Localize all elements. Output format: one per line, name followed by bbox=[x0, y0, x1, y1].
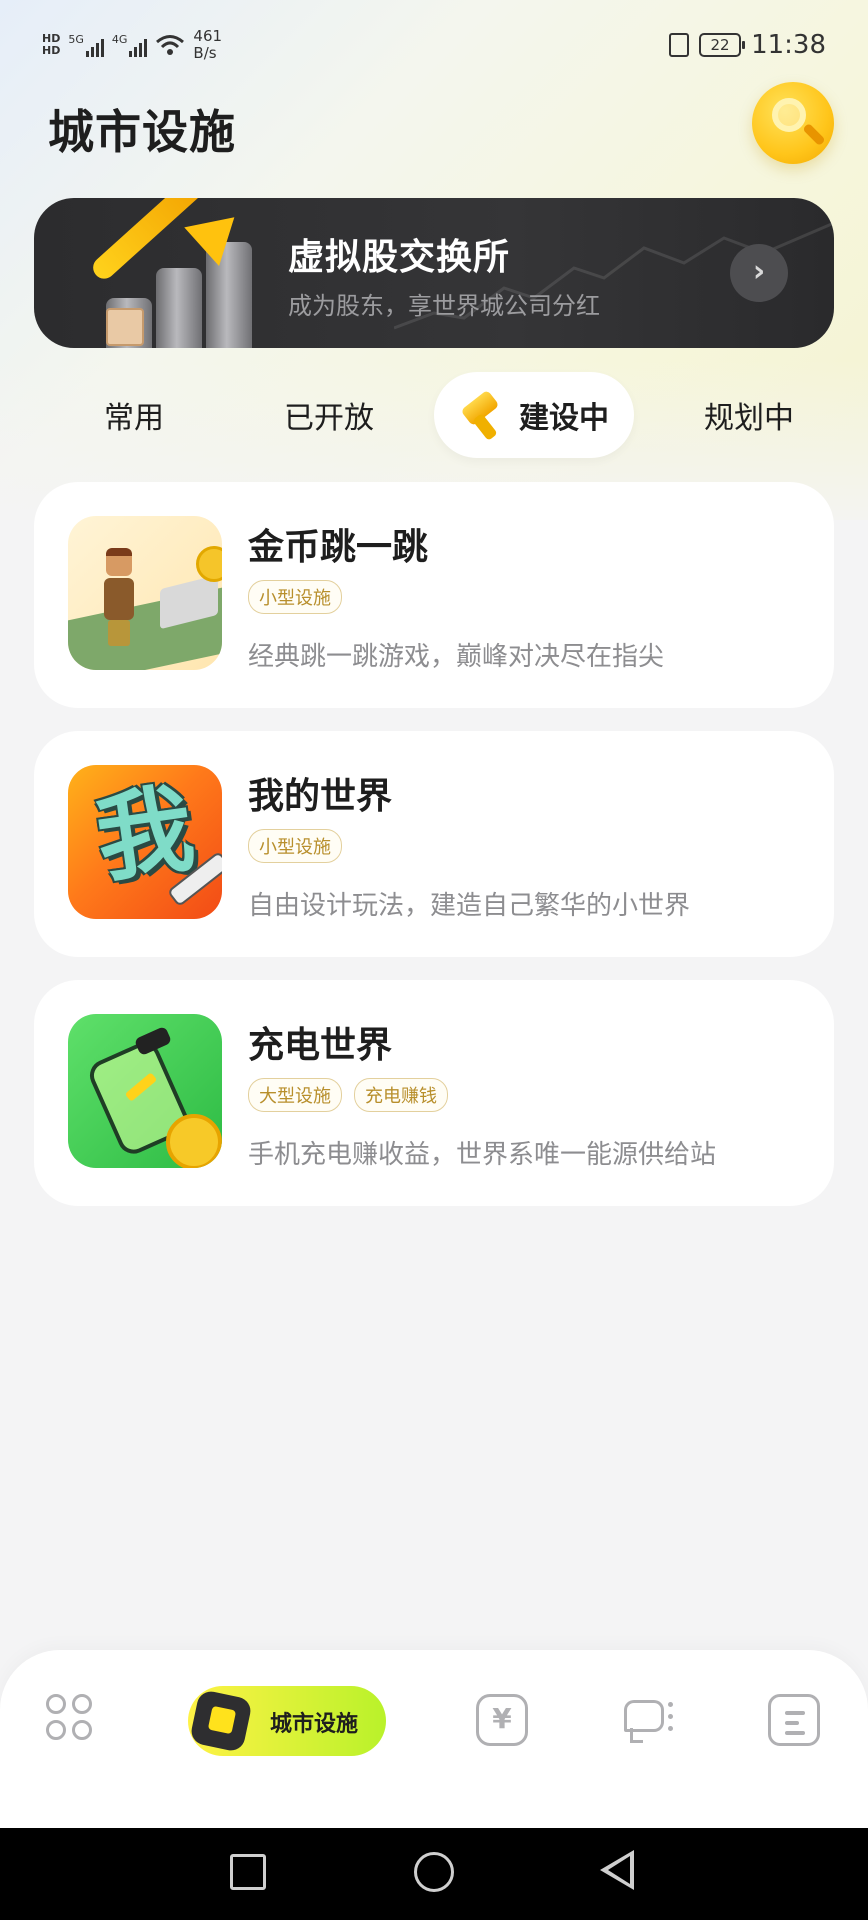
growth-chart-icon bbox=[64, 198, 254, 348]
card-tags: 小型设施 bbox=[248, 829, 342, 863]
card-description: 经典跳一跳游戏，巅峰对决尽在指尖 bbox=[248, 642, 665, 672]
nav-active-label: 城市设施 bbox=[270, 1712, 359, 1737]
search-icon-handle bbox=[802, 122, 826, 147]
search-button[interactable] bbox=[752, 82, 834, 164]
hammer-icon bbox=[459, 389, 505, 441]
facility-card-my-world[interactable]: 我 我的世界 小型设施 自由设计玩法，建造自己繁华的小世界 bbox=[34, 731, 834, 957]
net-speed-unit: B/s bbox=[193, 44, 217, 62]
cube-icon bbox=[106, 308, 144, 346]
tab-planned[interactable]: 规划中 bbox=[674, 372, 824, 458]
tab-common[interactable]: 常用 bbox=[74, 372, 194, 458]
gold-jump-game-icon bbox=[68, 516, 222, 670]
nav-city-facilities-button[interactable]: 城市设施 bbox=[188, 1686, 386, 1756]
card-title: 金币跳一跳 bbox=[248, 527, 429, 568]
tab-opened[interactable]: 已开放 bbox=[254, 372, 404, 458]
signal-4g-label: 4G bbox=[111, 33, 128, 46]
hd-indicator: HD HD bbox=[42, 33, 60, 57]
status-right: 22 11:38 bbox=[669, 30, 826, 60]
banner-subtitle: 成为股东，享世界城公司分红 bbox=[288, 292, 600, 320]
my-world-game-icon: 我 bbox=[68, 765, 222, 919]
card-description: 手机充电赚收益，世界系唯一能源供给站 bbox=[248, 1140, 717, 1170]
charging-battery-icon bbox=[68, 1014, 222, 1168]
page-title: 城市设施 bbox=[48, 105, 236, 159]
stock-exchange-banner[interactable]: 虚拟股交换所 成为股东，享世界城公司分红 › bbox=[34, 198, 834, 348]
home-icon[interactable] bbox=[414, 1852, 454, 1892]
tag-large-facility: 大型设施 bbox=[248, 1078, 342, 1112]
bottom-navigation: 城市设施 ¥ bbox=[0, 1650, 868, 1828]
card-tags: 小型设施 bbox=[248, 580, 342, 614]
tab-label: 规划中 bbox=[704, 401, 794, 436]
status-left: HD HD 5G 4G 461 B/s bbox=[42, 28, 222, 62]
tag-small-facility: 小型设施 bbox=[248, 829, 342, 863]
tab-under-construction[interactable]: 建设中 bbox=[434, 372, 634, 458]
battery-level: 22 bbox=[710, 36, 730, 54]
tag-charge-earn: 充电赚钱 bbox=[354, 1078, 448, 1112]
back-icon-inner bbox=[608, 1856, 630, 1884]
facility-card-gold-jump[interactable]: 金币跳一跳 小型设施 经典跳一跳游戏，巅峰对决尽在指尖 bbox=[34, 482, 834, 708]
tag-small-facility: 小型设施 bbox=[248, 580, 342, 614]
megaphone-icon[interactable] bbox=[622, 1694, 674, 1746]
card-title: 充电世界 bbox=[248, 1025, 393, 1066]
card-description: 自由设计玩法，建造自己繁华的小世界 bbox=[248, 891, 691, 921]
facility-card-charging-world[interactable]: 充电世界 大型设施 充电赚钱 手机充电赚收益，世界系唯一能源供给站 bbox=[34, 980, 834, 1206]
city-facility-icon bbox=[188, 1688, 254, 1754]
tab-label: 已开放 bbox=[284, 401, 374, 436]
net-speed-value: 461 bbox=[193, 27, 223, 45]
system-navigation-bar bbox=[0, 1828, 868, 1920]
clock: 11:38 bbox=[751, 30, 826, 60]
status-bar: HD HD 5G 4G 461 B/s 22 11:38 bbox=[0, 0, 868, 96]
wifi-icon bbox=[156, 35, 185, 55]
search-icon bbox=[772, 98, 806, 132]
card-tags: 大型设施 充电赚钱 bbox=[248, 1078, 448, 1112]
signal-5g-icon: 5G bbox=[68, 33, 104, 57]
bar-icon-2 bbox=[156, 268, 202, 348]
category-tabs: 常用 已开放 建设中 规划中 bbox=[34, 372, 834, 458]
recent-apps-icon[interactable] bbox=[230, 1854, 266, 1890]
banner-title: 虚拟股交换所 bbox=[288, 237, 511, 278]
banner-chevron-right-icon[interactable]: › bbox=[730, 244, 788, 302]
tab-label: 建设中 bbox=[519, 401, 609, 436]
hd-label-2: HD bbox=[42, 44, 61, 57]
signal-4g-icon: 4G bbox=[112, 33, 148, 57]
grid-icon[interactable] bbox=[46, 1694, 98, 1746]
news-icon[interactable] bbox=[768, 1694, 820, 1746]
tab-label: 常用 bbox=[104, 401, 164, 436]
signal-5g-label: 5G bbox=[68, 33, 84, 46]
battery-icon: 22 bbox=[699, 33, 746, 57]
vibrate-icon bbox=[669, 33, 690, 57]
net-speed: 461 B/s bbox=[193, 28, 222, 62]
yuan-icon[interactable]: ¥ bbox=[476, 1694, 528, 1746]
card-title: 我的世界 bbox=[248, 776, 393, 817]
